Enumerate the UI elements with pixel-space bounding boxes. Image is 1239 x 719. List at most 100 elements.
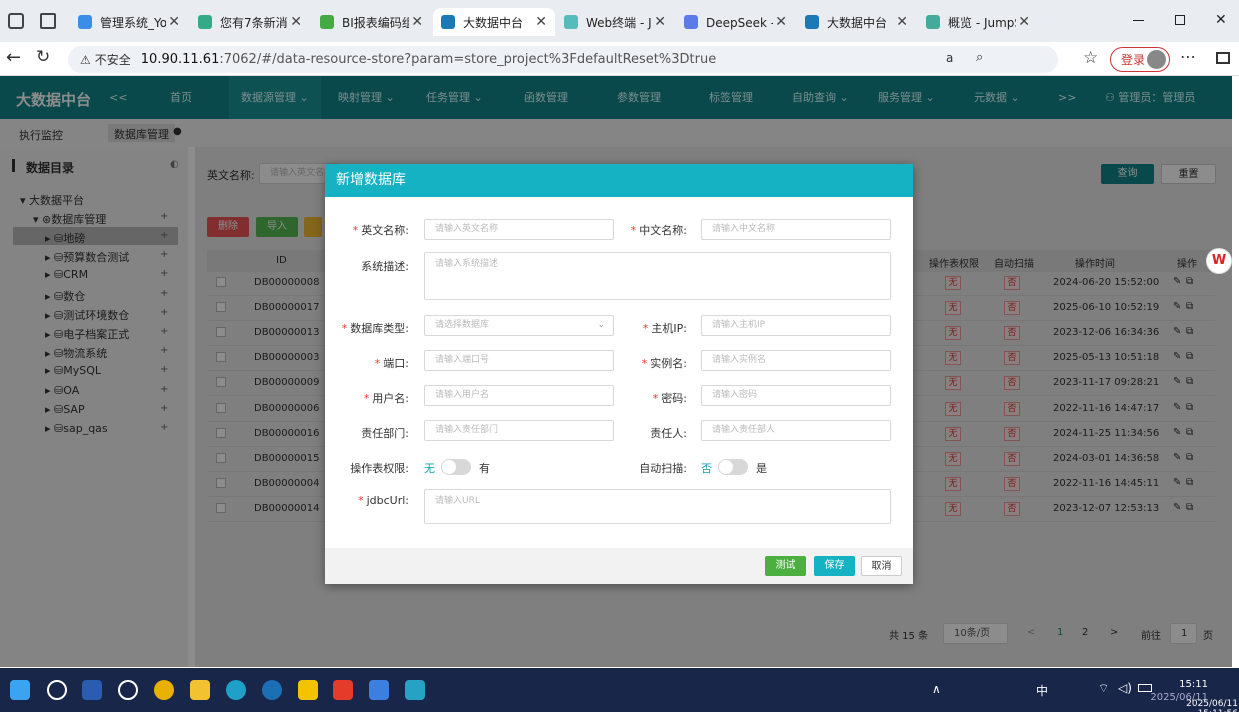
ime-label[interactable]: 中 (1036, 682, 1048, 699)
favorites-icon[interactable]: ☆ (1083, 48, 1098, 68)
search-icon[interactable] (47, 680, 67, 700)
dialog-footer: 测试 保存 取消 (325, 548, 913, 584)
cancel-button[interactable]: 取消 (861, 556, 902, 576)
perm-on-label: 有 (479, 462, 490, 475)
scan-label: 自动扫描: (639, 462, 687, 475)
chevron-down-icon: ⌄ (597, 320, 605, 330)
test-button[interactable]: 测试 (765, 556, 806, 576)
battery-icon[interactable] (1138, 684, 1152, 692)
close-tab-icon[interactable]: ✕ (1018, 14, 1030, 30)
tab-favicon-icon (926, 15, 940, 29)
browser-tab-strip: 管理系统_Yon✕您有7条新消息✕BI报表编码组✕大数据中台✕Web终端 - J… (0, 0, 1239, 42)
workspaces-icon[interactable] (8, 13, 24, 29)
instance-input[interactable]: 请输入实例名 (701, 350, 891, 371)
db-type-label: * 数据库类型: (341, 322, 409, 335)
url-field[interactable]: ⚠ 不安全 10.90.11.61 :7062/#/data-resource-… (68, 46, 1058, 73)
dept-label: 责任部门: (361, 427, 409, 440)
zoom-icon[interactable]: ⌕ (976, 50, 983, 65)
close-tab-icon[interactable]: ✕ (654, 14, 666, 30)
dept-input[interactable]: 请输入责任部门 (424, 420, 614, 441)
browser-tab[interactable]: 管理系统_Yon✕ (70, 8, 188, 36)
chrome-icon[interactable] (154, 680, 174, 700)
url-host: 10.90.11.61 (140, 52, 220, 67)
address-bar-row: ← ↻ ⚠ 不安全 10.90.11.61 :7062/#/data-resou… (0, 42, 1239, 76)
close-tab-icon[interactable]: ✕ (775, 14, 787, 30)
perm-toggle[interactable] (441, 459, 471, 475)
browser-tab[interactable]: 大数据中台 ✕ (797, 8, 916, 36)
close-tab-icon[interactable]: ✕ (896, 14, 908, 30)
login-label: 登录 (1121, 53, 1146, 67)
wps-icon[interactable] (333, 680, 353, 700)
clock-time[interactable]: 15:11 (1170, 679, 1208, 690)
app-blue-icon[interactable] (369, 680, 389, 700)
translate-icon[interactable]: a (946, 51, 953, 65)
wifi-icon[interactable]: ⌔ (1098, 681, 1109, 696)
browser-tab[interactable]: Web终端 - Ju ✕ (556, 8, 674, 36)
desc-textarea[interactable]: 请输入系统描述 (424, 252, 891, 300)
maximize-icon[interactable] (1175, 15, 1185, 25)
dialog-title: 新增数据库 (325, 164, 913, 197)
port-input[interactable]: 请输入端口号 (424, 350, 614, 371)
cn-name-label: * 中文名称: (630, 224, 687, 237)
browser-tab[interactable]: 大数据中台 ✕ (433, 8, 555, 36)
close-tab-icon[interactable]: ✕ (290, 14, 302, 30)
file-explorer-icon[interactable] (190, 680, 210, 700)
browser-tab[interactable]: 您有7条新消息✕ (190, 8, 310, 36)
edge-icon[interactable] (226, 680, 246, 700)
back-icon[interactable]: ← (6, 47, 21, 68)
warning-icon: ⚠ (80, 52, 91, 67)
add-database-dialog: 新增数据库 * 英文名称: 请输入英文名称 * 中文名称: 请输入中文名称 系统描述… (325, 164, 913, 584)
timestamp-overlay: 2025/06/11 15:11:56 (1186, 699, 1238, 719)
perm-off-label: 无 (424, 462, 435, 475)
tab-title: 大数据中台 (827, 15, 888, 30)
scan-on-label: 是 (756, 462, 767, 475)
en-name-label: * 英文名称: (352, 224, 409, 237)
start-icon[interactable] (10, 680, 30, 700)
password-label: * 密码: (652, 392, 687, 405)
terminal-icon[interactable] (82, 680, 102, 700)
username-input[interactable]: 请输入用户名 (424, 385, 614, 406)
browser-tab[interactable]: BI报表编码组 ✕ (312, 8, 431, 36)
wps-float-icon[interactable]: W (1206, 248, 1232, 274)
tab-favicon-icon (684, 15, 698, 29)
username-label: * 用户名: (363, 392, 409, 405)
app-m-icon[interactable] (405, 680, 425, 700)
close-tab-icon[interactable]: ✕ (168, 14, 180, 30)
en-name-input[interactable]: 请输入英文名称 (424, 219, 614, 240)
close-tab-icon[interactable]: ✕ (411, 14, 423, 30)
desc-label: 系统描述: (361, 260, 409, 273)
scan-toggle[interactable] (718, 459, 748, 475)
owner-input[interactable]: 请输入责任部人 (701, 420, 891, 441)
volume-icon[interactable]: ◁) (1118, 681, 1132, 695)
instance-label: * 实例名: (641, 357, 687, 370)
tab-title: 管理系统_Yon (100, 15, 166, 30)
tab-title: 大数据中台 (463, 15, 524, 30)
tab-title: DeepSeek - 探 (706, 15, 773, 30)
sidebar-toggle-icon[interactable] (1216, 52, 1230, 64)
app-yellow-icon[interactable] (298, 680, 318, 700)
tab-favicon-icon (805, 15, 819, 29)
taskbar: ∧ 中 ⌔ ◁) 15:11 2025/06/11 2025/06/11 15:… (0, 668, 1239, 719)
close-tab-icon[interactable]: ✕ (535, 14, 547, 30)
reload-icon[interactable]: ↻ (36, 47, 50, 67)
password-input[interactable]: 请输入密码 (701, 385, 891, 406)
tab-favicon-icon (564, 15, 578, 29)
more-icon[interactable]: ⋯ (1180, 47, 1196, 66)
minimize-icon[interactable] (1133, 20, 1144, 21)
jdbc-textarea[interactable]: 请输入URL (424, 489, 891, 524)
host-input[interactable]: 请输入主机IP (701, 315, 891, 336)
db-type-select[interactable]: 请选择数据库 ⌄ (424, 315, 614, 336)
tray-chevron-icon[interactable]: ∧ (932, 682, 941, 696)
tab-actions-icon[interactable] (40, 13, 56, 29)
jdbc-label: * jdbcUrl: (358, 494, 409, 507)
cn-name-input[interactable]: 请输入中文名称 (701, 219, 891, 240)
port-label: * 端口: (374, 357, 409, 370)
login-button[interactable]: 登录 (1110, 47, 1170, 72)
close-window-icon[interactable]: ✕ (1215, 12, 1227, 28)
edge-dev-icon[interactable] (262, 680, 282, 700)
browser-tab[interactable]: DeepSeek - 探✕ (676, 8, 795, 36)
tab-favicon-icon (441, 15, 455, 29)
save-button[interactable]: 保存 (814, 556, 855, 576)
chatgpt-icon[interactable] (118, 680, 138, 700)
browser-tab[interactable]: 概览 - JumpS ✕ (918, 8, 1038, 36)
